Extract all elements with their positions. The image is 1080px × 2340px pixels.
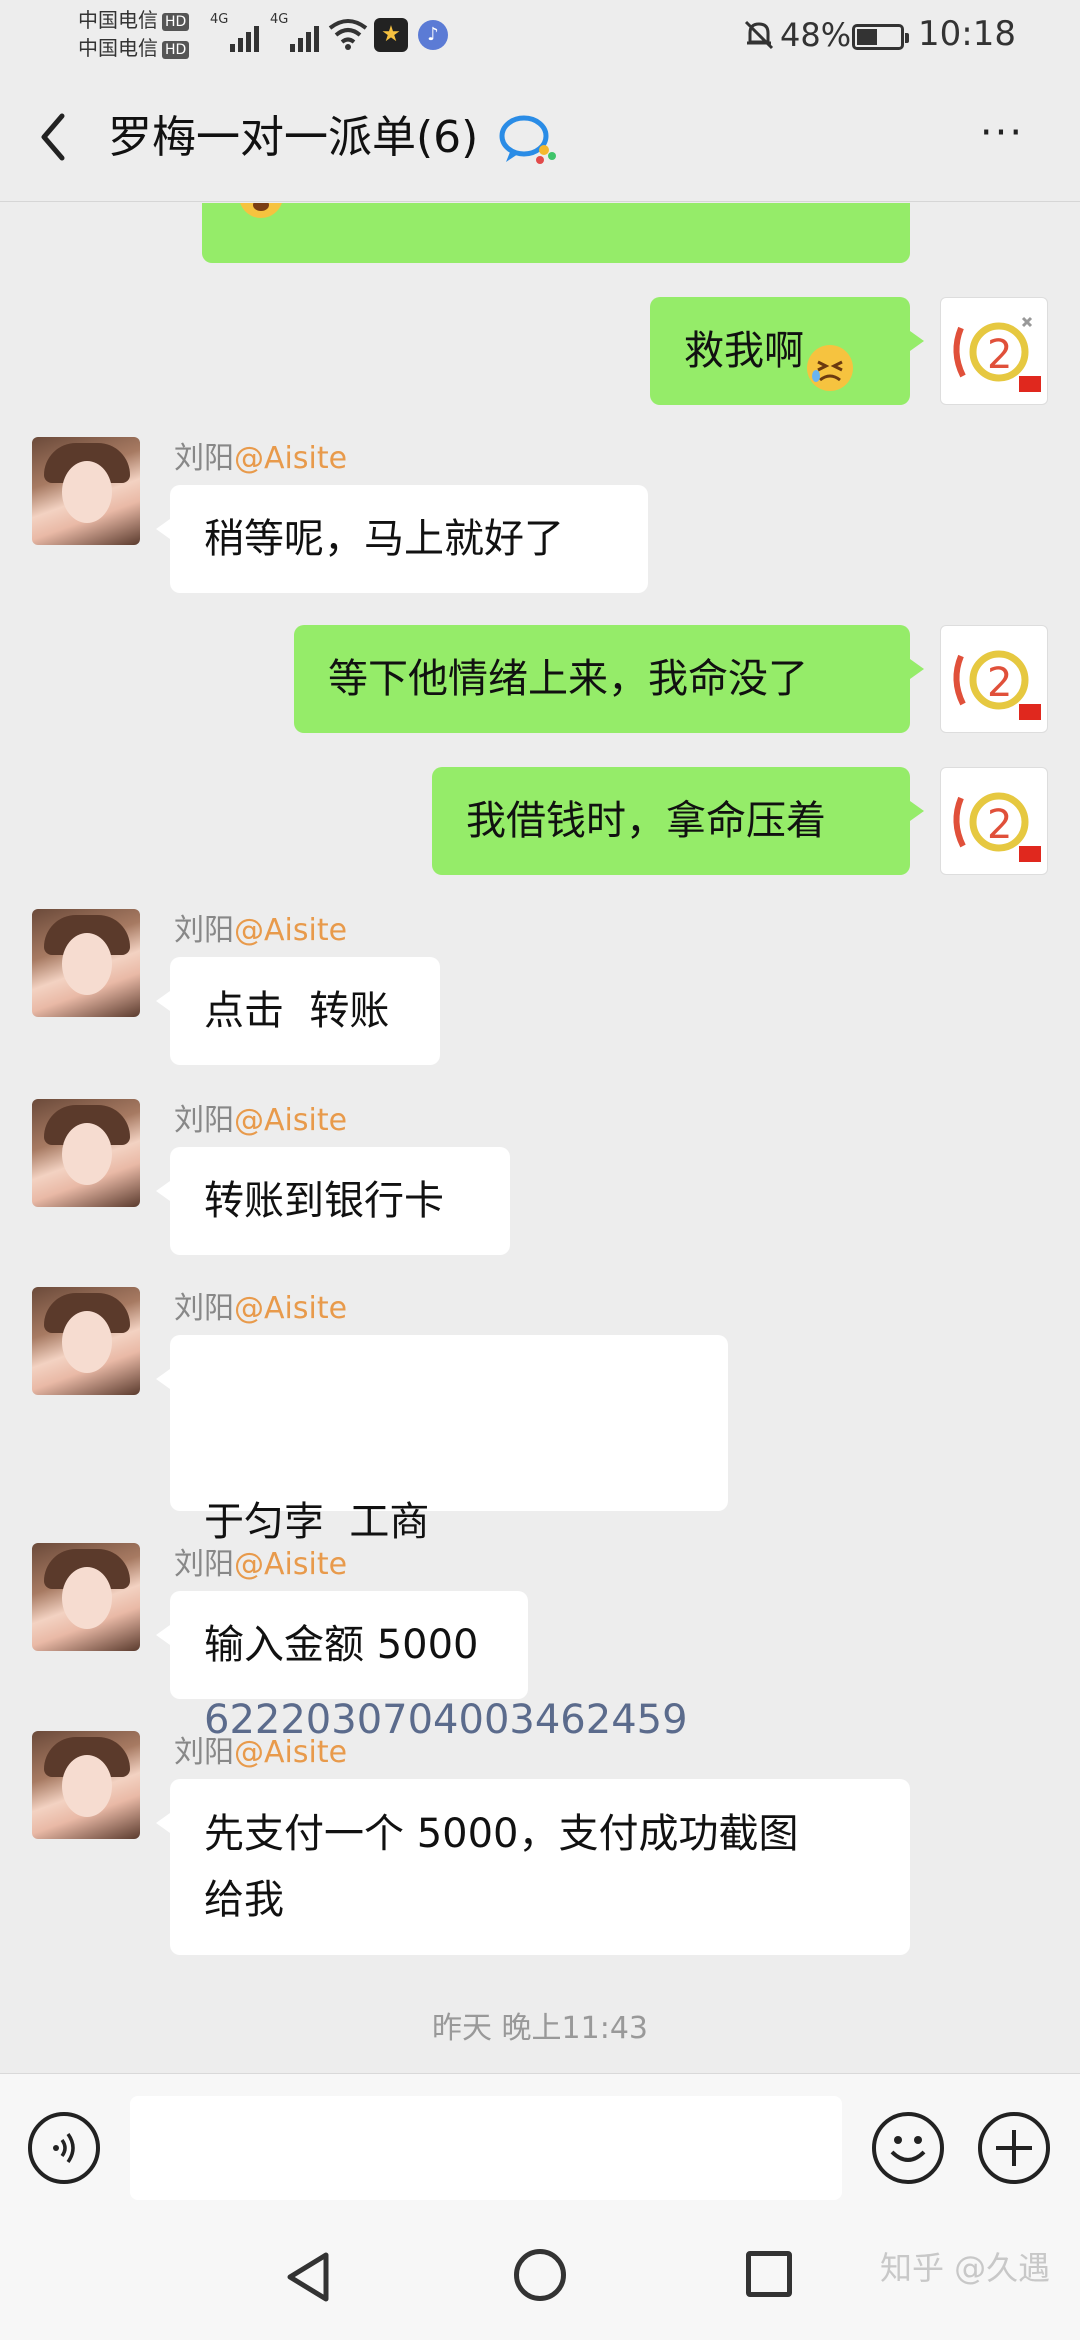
sender-avatar[interactable]	[32, 437, 140, 545]
signal-icon-2: 4G	[270, 12, 319, 52]
plus-icon	[996, 2130, 1032, 2166]
message-bubble-self[interactable]: 救我啊	[650, 297, 924, 405]
more-options-button[interactable]: ···	[972, 113, 1032, 158]
nav-home-icon[interactable]	[514, 2249, 566, 2301]
sender-avatar[interactable]	[32, 909, 140, 1017]
message-bubble-self[interactable]: 等下他情绪上来，我命没了	[294, 625, 924, 733]
message-text: 我借钱时，拿命压着	[466, 798, 826, 844]
sender-name: 刘阳@Aisite	[174, 1291, 348, 1326]
more-functions-button[interactable]	[978, 2112, 1050, 2184]
network-type-2: 4G	[270, 12, 289, 27]
svg-text:2: 2	[987, 332, 1012, 378]
sender-name: 刘阳@Aisite	[174, 1735, 348, 1770]
sender-name: 刘阳@Aisite	[174, 1547, 348, 1582]
hd-badge-2: HD	[162, 40, 190, 59]
wifi-icon	[328, 19, 368, 50]
status-bar: 中国电信 HD 中国电信 HD 4G 4G ★ ♪ 48% 10:18	[0, 0, 1080, 72]
message-text: 等下他情绪上来，我命没了	[328, 656, 808, 702]
system-nav-bar: 知乎 @久遇	[0, 2213, 1080, 2340]
grimace-emoji-icon	[804, 327, 856, 391]
back-arrow-icon[interactable]	[28, 102, 84, 172]
svg-text:2: 2	[987, 802, 1012, 848]
chat-title: 罗梅一对一派单(6)	[108, 112, 479, 163]
message-text: 输入金额 5000	[204, 1622, 479, 1668]
voice-input-button[interactable]	[28, 2112, 100, 2184]
message-bubble-other[interactable]: 点击 转账	[156, 957, 440, 1065]
sender-avatar[interactable]	[32, 1543, 140, 1651]
enterprise-wechat-icon	[499, 115, 556, 164]
message-text-line-2: 给我	[204, 1877, 284, 1923]
message-bubble-other[interactable]: 稍等呢，马上就好了	[156, 485, 648, 593]
mute-bell-icon	[742, 18, 776, 52]
battery-icon	[852, 24, 909, 50]
signal-icon-1: 4G	[210, 12, 259, 52]
sender-avatar[interactable]	[32, 1099, 140, 1207]
message-input[interactable]	[130, 2096, 842, 2200]
emoji-button[interactable]	[872, 2112, 944, 2184]
svg-text:2: 2	[987, 660, 1012, 706]
nav-recent-apps-icon[interactable]	[746, 2251, 792, 2297]
hd-badge-1: HD	[162, 12, 190, 31]
chat-area[interactable]: 2 救我啊 刘阳@Aisite 稍等呢，马上就好了 2 等下他情绪上来，我命没了…	[0, 203, 1080, 2073]
music-app-icon: ♪	[418, 20, 448, 50]
message-input-bar	[0, 2073, 1080, 2213]
message-text: 转账到银行卡	[204, 1178, 444, 1224]
sender-name: 刘阳@Aisite	[174, 913, 348, 948]
message-bubble-other[interactable]: 先支付一个 5000，支付成功截图 给我	[156, 1779, 910, 1955]
carrier-1: 中国电信	[78, 8, 158, 32]
message-timestamp: 昨天 晚上11:43	[432, 2011, 648, 2046]
app-notification-icon: ★	[374, 18, 408, 52]
battery-percent: 48%	[780, 16, 852, 54]
message-text: 稍等呢，马上就好了	[204, 516, 564, 562]
message-bubble-other[interactable]: 于匀孛 工商 6222030704003462459	[156, 1335, 728, 1743]
message-bubble-other[interactable]: 转账到银行卡	[156, 1147, 510, 1255]
message-bubble-self[interactable]: 我借钱时，拿命压着	[432, 767, 924, 875]
carrier-info: 中国电信 HD 中国电信 HD	[78, 6, 190, 62]
watermark: 知乎 @久遇	[880, 2249, 1051, 2287]
message-bubble-partial	[202, 203, 910, 263]
network-type-1: 4G	[210, 12, 229, 27]
carrier-2: 中国电信	[78, 36, 158, 60]
nav-back-icon[interactable]	[282, 2249, 338, 2305]
chat-header: 罗梅一对一派单(6) ···	[0, 72, 1080, 202]
self-avatar[interactable]: 2	[940, 767, 1048, 875]
self-avatar[interactable]: 2	[940, 297, 1048, 405]
sender-avatar[interactable]	[32, 1287, 140, 1395]
clock: 10:18	[918, 14, 1016, 54]
sender-avatar[interactable]	[32, 1731, 140, 1839]
message-bubble-other[interactable]: 输入金额 5000	[156, 1591, 528, 1699]
voice-icon	[53, 2132, 75, 2164]
message-text: 点击 转账	[204, 988, 390, 1034]
message-text-line-1: 先支付一个 5000，支付成功截图	[204, 1811, 799, 1857]
sender-name: 刘阳@Aisite	[174, 441, 348, 476]
self-avatar[interactable]: 2	[940, 625, 1048, 733]
message-text: 救我啊	[684, 328, 804, 374]
smiley-icon	[890, 2136, 926, 2162]
crying-emoji-icon	[236, 203, 286, 221]
sender-name: 刘阳@Aisite	[174, 1103, 348, 1138]
